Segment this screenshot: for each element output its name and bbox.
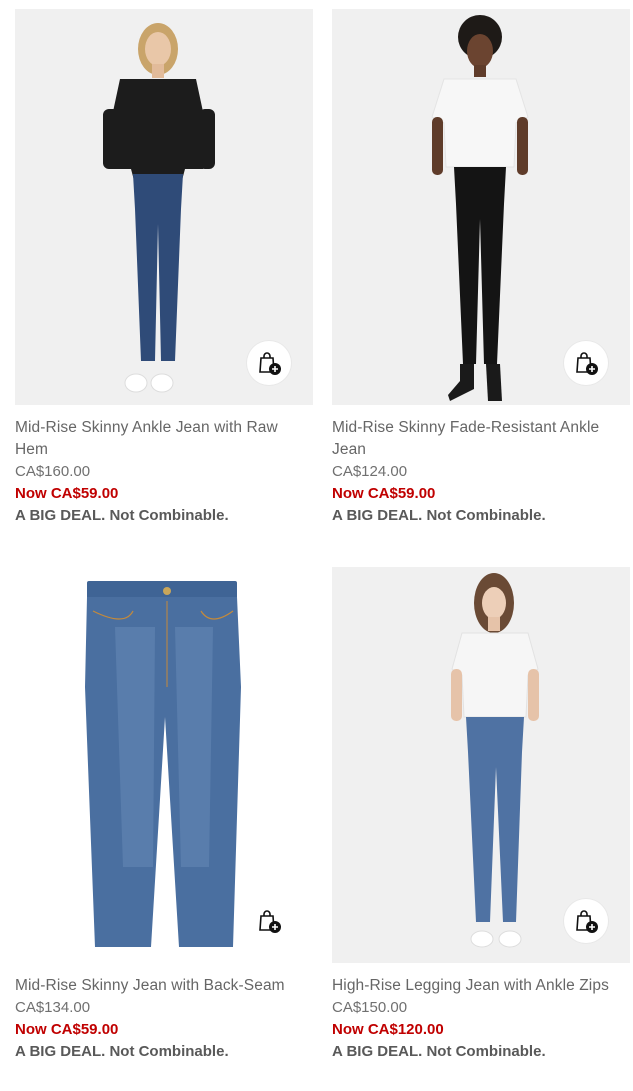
product-image[interactable] <box>15 567 313 963</box>
quick-add-button[interactable] <box>247 899 291 943</box>
product-title[interactable]: Mid-Rise Skinny Jean with Back-Seam <box>15 975 313 997</box>
product-grid: Mid-Rise Skinny Ankle Jean with Raw Hem … <box>0 0 633 1091</box>
original-price: CA$134.00 <box>15 999 91 1016</box>
product-card: Mid-Rise Skinny Fade-Resistant Ankle Jea… <box>332 9 630 527</box>
quick-add-bag-icon <box>259 910 281 933</box>
quick-add-button[interactable] <box>564 899 608 943</box>
original-price: CA$124.00 <box>332 463 408 480</box>
original-price: CA$150.00 <box>332 999 408 1016</box>
quick-add-bag-icon <box>259 352 281 375</box>
sale-price: Now CA$120.00 <box>332 1021 444 1038</box>
product-title[interactable]: Mid-Rise Skinny Fade-Resistant Ankle Jea… <box>332 417 630 461</box>
promo-text: A BIG DEAL. Not Combinable. <box>15 1043 229 1060</box>
sale-price: Now CA$59.00 <box>332 485 436 502</box>
product-card: Mid-Rise Skinny Ankle Jean with Raw Hem … <box>15 9 313 527</box>
quick-add-bag-icon <box>576 910 598 933</box>
product-image[interactable] <box>332 9 630 405</box>
quick-add-button[interactable] <box>247 341 291 385</box>
sale-price: Now CA$59.00 <box>15 1021 119 1038</box>
product-image[interactable] <box>15 9 313 405</box>
promo-text: A BIG DEAL. Not Combinable. <box>15 507 229 524</box>
quick-add-button[interactable] <box>564 341 608 385</box>
original-price: CA$160.00 <box>15 463 91 480</box>
quick-add-bag-icon <box>576 352 598 375</box>
product-card: High-Rise Legging Jean with Ankle Zips C… <box>332 567 630 1063</box>
product-card: Mid-Rise Skinny Jean with Back-Seam CA$1… <box>15 567 313 1063</box>
product-title[interactable]: High-Rise Legging Jean with Ankle Zips <box>332 975 630 997</box>
promo-text: A BIG DEAL. Not Combinable. <box>332 1043 546 1060</box>
product-title[interactable]: Mid-Rise Skinny Ankle Jean with Raw Hem <box>15 417 313 461</box>
promo-text: A BIG DEAL. Not Combinable. <box>332 507 546 524</box>
product-image[interactable] <box>332 567 630 963</box>
sale-price: Now CA$59.00 <box>15 485 119 502</box>
